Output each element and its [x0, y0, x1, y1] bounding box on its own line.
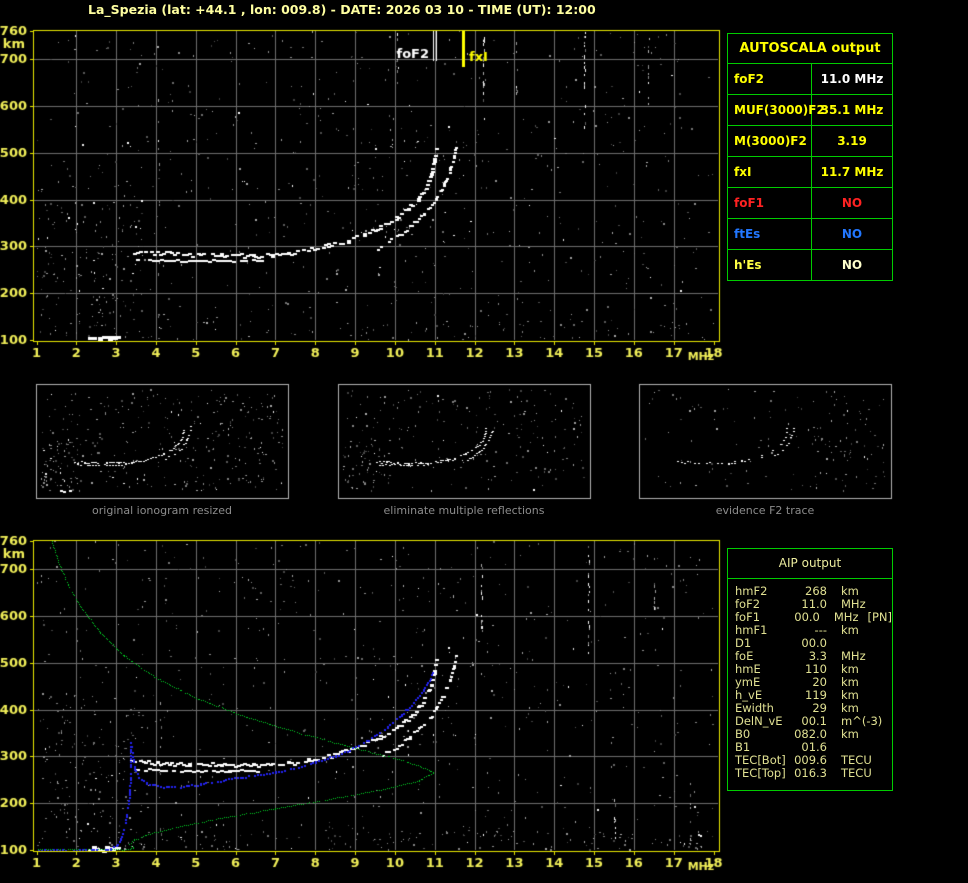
- aip-n: TEC[Top]: [735, 766, 786, 780]
- aip-u: km: [841, 623, 859, 637]
- param-value: 11.0 MHz: [820, 72, 884, 86]
- autoscala-row: M(3000)F2 3.19: [728, 126, 892, 157]
- aip-table: AIP output hmF2 268 km foF2 11.0 MHz foF1 00.0 M…: [727, 548, 893, 791]
- param-value: NO: [841, 196, 863, 210]
- autoscala-rows: foF2 11.0 MHz MUF(3000)F2 35.1 MHz M(3000)F2…: [728, 64, 892, 280]
- aip-u: km: [841, 727, 859, 741]
- autoscala-row: ftEs NO: [728, 219, 892, 250]
- autoscala-row: foF1 NO: [728, 188, 892, 219]
- param-name: MUF(3000)F2: [728, 95, 825, 125]
- param-name: M(3000)F2: [728, 126, 812, 156]
- param-name: ftEs: [728, 219, 812, 249]
- param-value: NO: [841, 258, 863, 272]
- param-value: 3.19: [837, 134, 867, 148]
- autoscala-table: AUTOSCALA output foF2 11.0 MHz MUF(3000)F2…: [727, 33, 893, 281]
- param-name: foF2: [728, 64, 812, 94]
- autoscala-row: h'Es NO: [728, 250, 892, 280]
- param-value: 11.7 MHz: [820, 165, 884, 179]
- aip-v: 016.3: [794, 766, 827, 780]
- param-name: h'Es: [728, 250, 812, 280]
- autoscala-row: MUF(3000)F2 35.1 MHz: [728, 95, 892, 126]
- aip-header: AIP output: [728, 549, 892, 579]
- aip-u: TECU: [841, 766, 872, 780]
- param-name: foF1: [728, 188, 812, 218]
- autoscala-row: foF2 11.0 MHz: [728, 64, 892, 95]
- param-value: NO: [841, 227, 863, 241]
- autoscala-row: fxI 11.7 MHz: [728, 157, 892, 188]
- page-title: La_Spezia (lat: +44.1 , lon: 009.8) - DA…: [88, 2, 596, 17]
- param-value: 35.1 MHz: [820, 103, 884, 117]
- param-name: fxI: [728, 157, 812, 187]
- panel-caption-eliminate: eliminate multiple reflections: [383, 504, 545, 517]
- panel-caption-evidence: evidence F2 trace: [715, 504, 815, 517]
- aip-e: [PN]: [867, 610, 892, 624]
- aip-row: TEC[Top] 016.3 TECU: [735, 767, 892, 780]
- panel-caption-original: original ionogram resized: [92, 504, 232, 517]
- aip-rows: hmF2 268 km foF2 11.0 MHz foF1 00.0 MHz [PN] hmF1-…: [728, 579, 892, 780]
- autoscala-header: AUTOSCALA output: [728, 34, 892, 64]
